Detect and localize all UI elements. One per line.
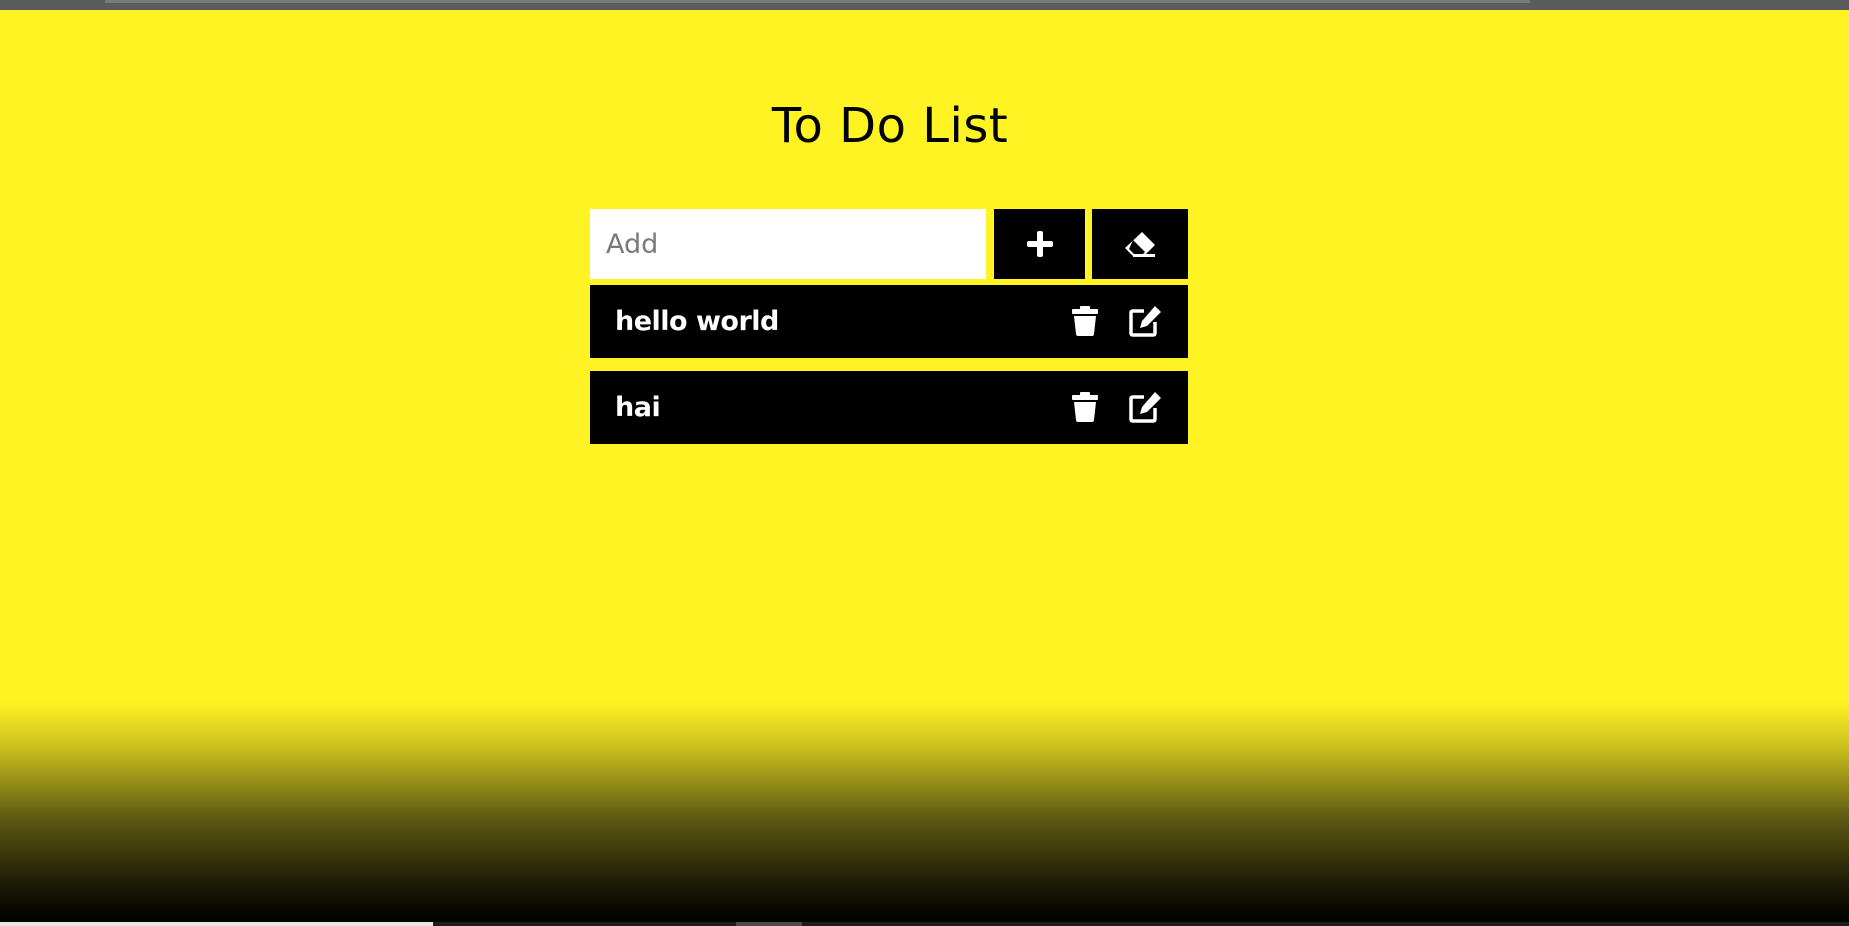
delete-todo-button[interactable] — [1068, 304, 1102, 338]
window-top-highlight — [105, 0, 1530, 3]
page-background: To Do List hello world — [0, 10, 1849, 922]
trash-icon — [1072, 392, 1098, 422]
clear-button[interactable] — [1092, 209, 1188, 279]
add-todo-form — [590, 209, 1188, 279]
todo-item: hai — [590, 371, 1188, 444]
delete-todo-button[interactable] — [1068, 390, 1102, 424]
taskbar-tab[interactable] — [0, 922, 433, 926]
edit-icon — [1129, 306, 1161, 337]
eraser-icon — [1125, 232, 1155, 257]
window-top-bar — [0, 0, 1849, 10]
todo-item-text: hello world — [615, 306, 779, 337]
todo-item: hello world — [590, 285, 1188, 358]
page-title: To Do List — [771, 98, 1009, 154]
add-button[interactable] — [994, 209, 1085, 279]
window-bottom-bar — [0, 922, 1849, 926]
trash-icon — [1072, 306, 1098, 336]
edit-icon — [1129, 392, 1161, 423]
plus-icon — [1026, 231, 1053, 257]
edit-todo-button[interactable] — [1129, 304, 1163, 338]
taskbar-tab[interactable] — [736, 922, 802, 926]
edit-todo-button[interactable] — [1129, 390, 1163, 424]
todo-item-text: hai — [615, 392, 661, 423]
add-todo-input[interactable] — [590, 209, 986, 279]
